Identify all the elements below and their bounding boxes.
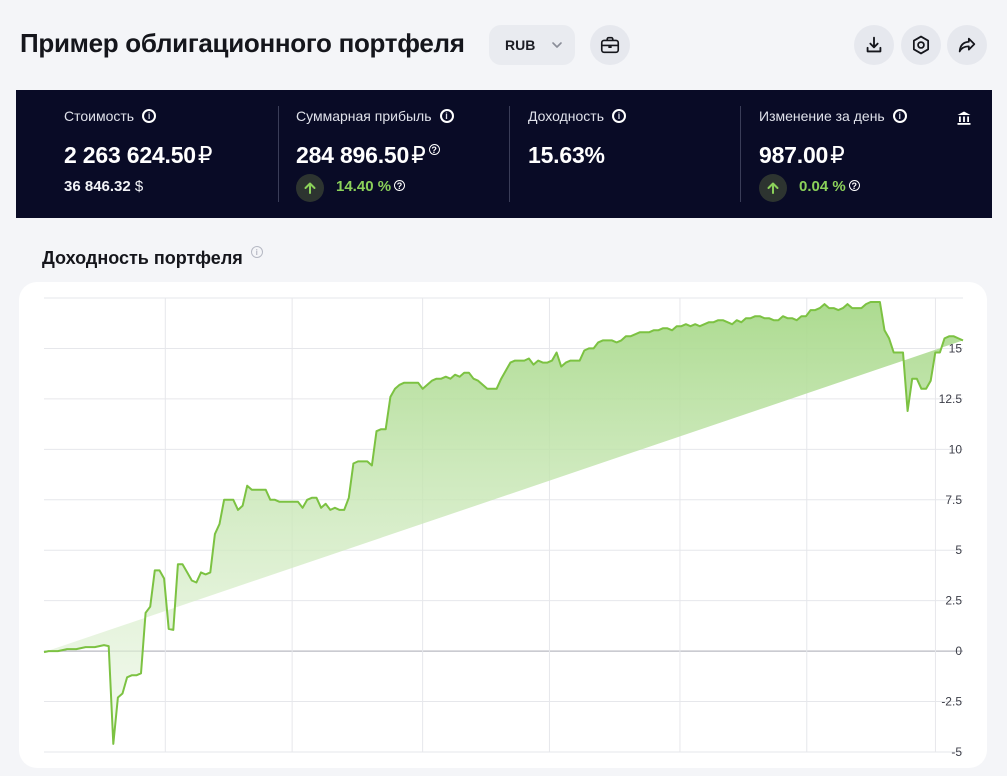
- page-title: Пример облигационного портфеля: [20, 28, 465, 58]
- y-tick-label: 0: [955, 644, 962, 658]
- stat-day-change-percent: 0.04 %?: [799, 178, 860, 195]
- portfolio-button[interactable]: [590, 25, 630, 65]
- y-tick-label: -2.5: [941, 695, 962, 709]
- portfolio-briefcase-icon: [600, 36, 620, 54]
- share-button[interactable]: [947, 25, 987, 65]
- bank-icon[interactable]: [956, 110, 972, 126]
- chevron-down-icon: [552, 42, 562, 48]
- stat-value-amount: 2 263 624.50₽: [64, 142, 213, 168]
- arrow-up-icon: [296, 174, 324, 202]
- info-icon[interactable]: i: [611, 109, 626, 123]
- info-icon[interactable]: i: [439, 109, 454, 123]
- share-icon: [958, 37, 976, 53]
- y-tick-label: 12.5: [939, 392, 963, 406]
- help-icon[interactable]: ?: [848, 180, 860, 191]
- stat-value-alt-amount: 36 846.32 $: [64, 178, 144, 195]
- y-tick-label: 2.5: [945, 594, 962, 608]
- download-icon: [866, 36, 882, 53]
- settings-hexagon-icon: [912, 35, 930, 55]
- stat-day-change-label: Изменение за день: [759, 108, 885, 124]
- info-icon[interactable]: i: [142, 109, 157, 123]
- help-icon[interactable]: ?: [428, 144, 440, 155]
- stat-profit-percent: 14.40 %?: [336, 178, 406, 195]
- chart-section-title: Доходность портфеля i: [42, 246, 263, 269]
- y-tick-label: 5: [955, 543, 962, 557]
- download-button[interactable]: [854, 25, 894, 65]
- info-icon[interactable]: i: [250, 246, 263, 258]
- yield-chart-svg: 15 12.5 10 7.5 5 2.5 0 -2.5 -5: [43, 297, 964, 759]
- yield-chart: 15 12.5 10 7.5 5 2.5 0 -2.5 -5: [19, 282, 987, 768]
- settings-button[interactable]: [901, 25, 941, 65]
- currency-select[interactable]: RUB: [489, 25, 575, 65]
- stat-profit-amount: 284 896.50₽?: [296, 142, 440, 169]
- stat-day-change-amount: 987.00₽: [759, 142, 845, 168]
- stats-panel: Стоимость i 2 263 624.50₽ 36 846.32 $ Су…: [16, 90, 992, 218]
- y-tick-label: -5: [951, 745, 962, 759]
- divider: [740, 106, 741, 202]
- top-bar: Пример облигационного портфеля RUB: [0, 0, 1007, 90]
- arrow-up-icon: [759, 174, 787, 202]
- stat-profit-label: Суммарная прибыль: [296, 108, 432, 124]
- y-tick-label: 10: [949, 442, 963, 456]
- series-area: [44, 302, 963, 744]
- stat-yield-amount: 15.63%: [528, 142, 605, 168]
- y-tick-label: 7.5: [945, 493, 962, 507]
- currency-value: RUB: [505, 37, 536, 53]
- stat-yield-label: Доходность: [528, 108, 604, 124]
- help-icon[interactable]: ?: [394, 180, 406, 191]
- divider: [509, 106, 510, 202]
- info-icon[interactable]: i: [892, 109, 907, 123]
- divider: [278, 106, 279, 202]
- stat-value-label: Стоимость: [64, 108, 135, 124]
- y-tick-label: 15: [949, 341, 963, 355]
